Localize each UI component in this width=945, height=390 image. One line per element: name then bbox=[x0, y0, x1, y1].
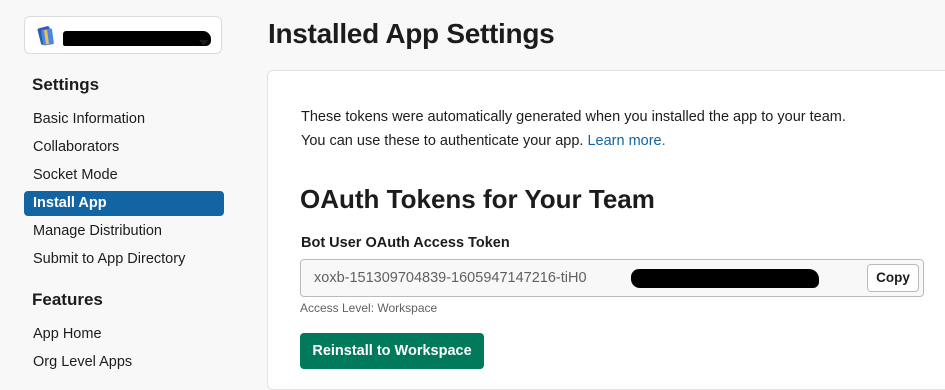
reinstall-to-workspace-button[interactable]: Reinstall to Workspace bbox=[300, 333, 484, 369]
sidebar-item-org-level-apps[interactable]: Org Level Apps bbox=[24, 350, 224, 375]
bot-token-field[interactable]: xoxb-151309704839-1605947147216-tiH0 Cop… bbox=[300, 259, 924, 297]
access-level-text: Access Level: Workspace bbox=[300, 301, 438, 315]
sidebar-item-collaborators[interactable]: Collaborators bbox=[24, 135, 224, 160]
sidebar-item-app-home[interactable]: App Home bbox=[24, 322, 224, 347]
redacted-token bbox=[631, 269, 819, 288]
bot-token-value[interactable]: xoxb-151309704839-1605947147216-tiH0 bbox=[314, 270, 587, 286]
bot-token-label: Bot User OAuth Access Token bbox=[301, 235, 510, 251]
chevron-down-icon[interactable] bbox=[199, 33, 209, 51]
sidebar: Settings Basic Information Collaborators… bbox=[0, 0, 245, 376]
sidebar-item-socket-mode[interactable]: Socket Mode bbox=[24, 163, 224, 188]
learn-more-link[interactable]: Learn more. bbox=[587, 133, 665, 149]
redacted-app-name bbox=[63, 31, 211, 46]
sidebar-item-install-app[interactable]: Install App bbox=[24, 191, 224, 216]
copy-button[interactable]: Copy bbox=[867, 264, 919, 292]
settings-section-title: Settings bbox=[32, 75, 100, 94]
sidebar-item-basic-information[interactable]: Basic Information bbox=[24, 107, 224, 132]
features-section-title: Features bbox=[32, 290, 103, 309]
sidebar-item-submit-to-app-directory[interactable]: Submit to App Directory bbox=[24, 247, 224, 272]
oauth-tokens-heading: OAuth Tokens for Your Team bbox=[300, 184, 655, 214]
intro-line-1: These tokens were automatically generate… bbox=[301, 109, 846, 125]
app-switcher[interactable] bbox=[24, 16, 222, 54]
intro-text: These tokens were automatically generate… bbox=[301, 105, 921, 153]
intro-line-2: You can use these to authenticate your a… bbox=[301, 133, 584, 149]
app-book-icon bbox=[35, 25, 57, 52]
page-title: Installed App Settings bbox=[268, 18, 555, 49]
sidebar-item-manage-distribution[interactable]: Manage Distribution bbox=[24, 219, 224, 244]
